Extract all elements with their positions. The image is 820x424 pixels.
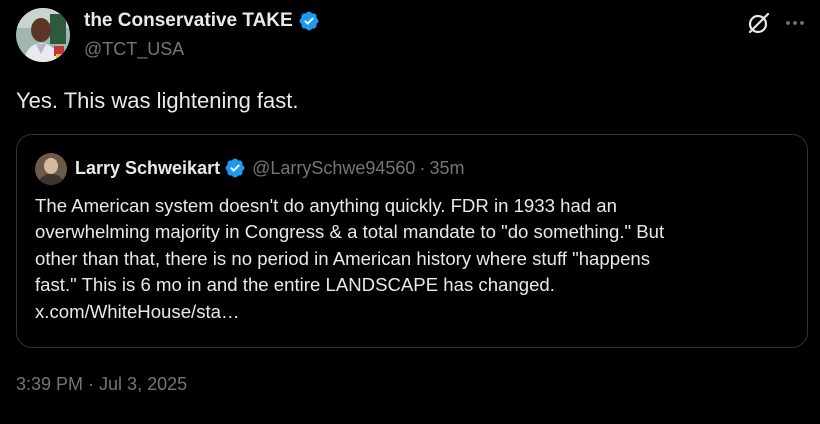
quote-text-line: other than that, there is no period in A… <box>35 247 651 269</box>
quote-author-avatar[interactable] <box>35 153 67 185</box>
author-display-name[interactable]: the Conservative TAKE <box>84 10 320 32</box>
quote-text: The American system doesn't do anything … <box>35 193 795 325</box>
quote-time[interactable]: 35m <box>429 158 464 179</box>
quoted-tweet[interactable]: Larry Schweikart @LarrySchwe94560 · 35m … <box>16 134 808 348</box>
tweet-text: Yes. This was lightening fast. <box>16 88 299 113</box>
verified-badge-icon <box>225 158 245 178</box>
tweet: the Conservative TAKE @TCT_USA Yes. This… <box>0 0 820 424</box>
avatar-photo-icon <box>16 8 70 62</box>
quote-link[interactable]: x.com/WhiteHouse/sta… <box>35 299 795 325</box>
quote-author-handle[interactable]: @LarrySchwe94560 <box>252 158 415 179</box>
quote-author-name[interactable]: Larry Schweikart <box>75 158 220 179</box>
more-dots-icon[interactable] <box>782 10 808 36</box>
quote-text-line: The American system doesn't do anything … <box>35 195 617 216</box>
verified-badge-icon <box>299 11 319 31</box>
quote-text-line: overwhelming majority in Congress & a to… <box>35 221 665 243</box>
timestamp-date: Jul 3, 2025 <box>99 374 188 394</box>
timestamp-separator: · <box>88 374 95 394</box>
quote-avatar-photo-icon <box>35 153 67 185</box>
quote-text-line: fast." This is 6 mo in and the entire LA… <box>35 274 555 296</box>
quote-header: Larry Schweikart @LarrySchwe94560 · 35m <box>75 157 464 179</box>
author-name-text: the Conservative TAKE <box>84 10 293 31</box>
grok-slash-circle-icon[interactable] <box>746 10 772 36</box>
tweet-timestamp[interactable]: 3:39 PM · Jul 3, 2025 <box>16 374 187 395</box>
timestamp-time: 3:39 PM <box>16 374 84 394</box>
quote-separator: · <box>419 157 426 178</box>
author-handle[interactable]: @TCT_USA <box>84 39 184 60</box>
author-avatar[interactable] <box>16 8 70 62</box>
